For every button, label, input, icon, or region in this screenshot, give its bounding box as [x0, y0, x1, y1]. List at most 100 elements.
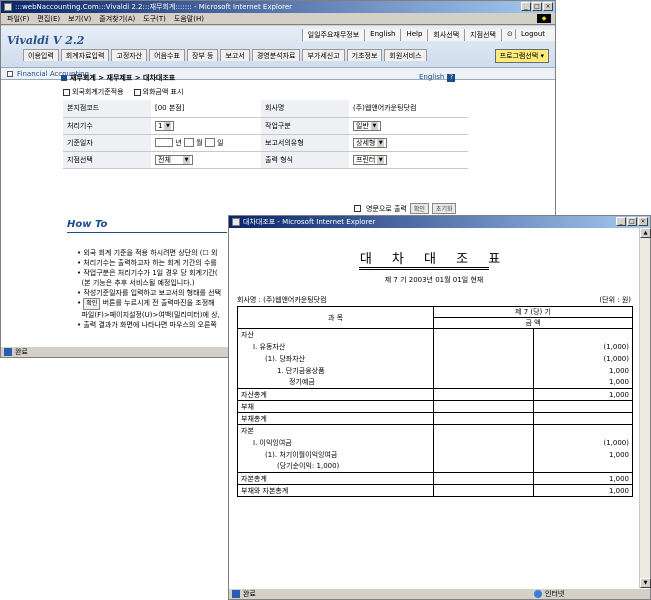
- nav-item[interactable]: 보고서: [220, 49, 250, 61]
- link-english[interactable]: English: [364, 29, 401, 41]
- link-logout[interactable]: ⊙ Logout: [500, 29, 555, 41]
- nav-item[interactable]: 이용입력: [23, 49, 59, 61]
- minimize-button[interactable]: _: [616, 217, 626, 226]
- close-button[interactable]: ×: [543, 2, 553, 11]
- account-name: (당기순이익: 1,000): [277, 462, 340, 471]
- search-form-table: 본지점코드 [00 본점] 회사명 (주)웹앤어카운팅닷컴 처리기수 1 ▼ 작업…: [63, 100, 468, 169]
- foreign-currency-option[interactable]: 외화금액 표시: [133, 87, 183, 97]
- account-name: 자산: [241, 330, 254, 339]
- menu-tools[interactable]: 도구(T): [143, 14, 166, 24]
- link-company-select[interactable]: 회사선택: [427, 29, 465, 41]
- maximize-button[interactable]: □: [532, 2, 542, 11]
- scroll-up-arrow-icon[interactable]: ▲: [640, 228, 651, 238]
- menu-edit[interactable]: 편집(E): [37, 14, 60, 24]
- globe-icon: [534, 590, 542, 598]
- link-branch-select[interactable]: 지점선택: [464, 29, 501, 41]
- amount-left: [433, 484, 534, 497]
- branch-select[interactable]: 전체 ▼: [155, 154, 193, 165]
- link-help[interactable]: Help: [400, 29, 428, 41]
- title-underline: [359, 267, 489, 270]
- table-row: Ⅰ. 유동자산 (1,000): [238, 340, 633, 353]
- link-daily-info[interactable]: 일일주요재무정보: [301, 29, 365, 41]
- account-name: (1). 당좌자산: [265, 354, 306, 363]
- menu-bar: 파일(F) 편집(E) 보기(V) 즐겨찾기(A) 도구(T) 도움말(H) ◆: [1, 13, 555, 25]
- menu-favorites[interactable]: 즐겨찾기(A): [99, 14, 135, 24]
- howto-heading: How To: [67, 219, 108, 230]
- account-name: 부채총계: [237, 412, 434, 425]
- month-input[interactable]: [183, 138, 194, 147]
- form-row: 처리기수 1 ▼ 작업구분 일반 ▼: [63, 117, 468, 135]
- header-row: 과 목 제 7 (당) 기: [237, 306, 633, 329]
- table-row: 부채와 자본총계 1,000: [237, 484, 633, 497]
- english-link[interactable]: English?: [419, 73, 456, 82]
- maximize-button[interactable]: □: [627, 217, 637, 226]
- amount-right: [533, 424, 633, 437]
- field-label: 출력 형식: [261, 151, 349, 169]
- nav-item[interactable]: 장부 등: [186, 49, 219, 61]
- account-name: Ⅰ. 유동자산: [253, 342, 286, 351]
- form-row: 기준일자 년 월 일 보고서의유형 상세형 ▼: [63, 134, 468, 152]
- program-select[interactable]: 프로그램선택 ▾: [494, 49, 549, 63]
- output-format-select[interactable]: 프린터 ▼: [353, 154, 388, 165]
- reset-button[interactable]: 초기화: [431, 203, 457, 214]
- nav-item[interactable]: 기초정보: [346, 49, 383, 61]
- confirm-button[interactable]: 확인: [409, 203, 429, 214]
- page-done-icon: [232, 590, 240, 598]
- breadcrumb-text: 재무회계 > 재무제표 > 대차대조표: [70, 74, 176, 82]
- amount-right: 1,000: [533, 388, 633, 401]
- table-row: 정기예금 1,000: [238, 376, 633, 389]
- form-actions: 영문으로 출력 확인 초기화: [354, 203, 457, 214]
- nav-item[interactable]: 경영분석자료: [251, 49, 301, 61]
- page-done-icon: [4, 348, 12, 356]
- popup-title-bar[interactable]: 대차대조표 - Microsoft Internet Explorer _ □ …: [229, 216, 650, 228]
- branch-code-value: [00 본점]: [151, 100, 261, 118]
- year-input[interactable]: [155, 138, 173, 147]
- report-period: 제 7 기 2003년 01월 01일 현재: [384, 276, 484, 284]
- list-item: • 외국 회계 기준을 적용 하시려면 상단의 (☐ 외: [77, 249, 218, 257]
- table-row: 자본총계 1,000: [237, 472, 633, 485]
- nav-item[interactable]: 고정자산: [111, 49, 148, 61]
- table-row: 1. 단기금융상품 1,000: [238, 364, 633, 377]
- menu-view[interactable]: 보기(V): [68, 14, 91, 24]
- amount-right: 1,000: [533, 484, 633, 497]
- english-output-checkbox[interactable]: [354, 205, 361, 212]
- checkbox[interactable]: [63, 88, 70, 96]
- account-name: 부채: [241, 402, 254, 411]
- table-row: 자본: [238, 424, 633, 437]
- nav-item[interactable]: 부가세신고: [302, 49, 345, 61]
- nav-item[interactable]: 어음수표: [149, 49, 185, 61]
- amount-right: 1,000: [533, 376, 633, 389]
- company-name-value: (주)웹앤어카운팅닷컴: [349, 100, 468, 118]
- nav-item[interactable]: 회계자료입력: [60, 49, 110, 61]
- square-icon: [7, 70, 13, 77]
- windows-logo-icon: ◆: [537, 14, 551, 23]
- report-company: 회사명 : (주)웹앤어카운팅닷컴: [237, 296, 327, 304]
- amount-right: (1,000): [533, 352, 633, 365]
- work-type-select[interactable]: 일반 ▼: [353, 120, 381, 131]
- main-title-bar[interactable]: :::webNaccounting.Com:::Vivaldi 2.2:::재무…: [1, 1, 555, 13]
- bullet-icon: [61, 75, 67, 81]
- table-row: (1). 당좌자산 (1,000): [238, 352, 633, 365]
- close-button[interactable]: ×: [638, 217, 648, 226]
- popup-window-title: 대차대조표 - Microsoft Internet Explorer: [243, 218, 376, 226]
- report-type-select[interactable]: 상세형 ▼: [353, 137, 388, 148]
- amount-right: [533, 460, 633, 473]
- field-label: 작업구분: [261, 117, 349, 135]
- minimize-button[interactable]: _: [521, 2, 531, 11]
- nav-item[interactable]: 회원서비스: [384, 49, 427, 61]
- checkbox[interactable]: [133, 88, 141, 96]
- amount-header: 금 액: [433, 317, 633, 329]
- vivaldi-logo[interactable]: Vivaldi V 2.2: [7, 34, 84, 47]
- day-input[interactable]: [204, 138, 215, 147]
- period-number-select[interactable]: 1 ▼: [155, 120, 175, 131]
- account-name: Ⅰ. 이익잉여금: [253, 438, 292, 447]
- vertical-scrollbar[interactable]: ▲ ▼: [639, 228, 651, 588]
- amount-right: (1,000): [533, 436, 633, 449]
- menu-help[interactable]: 도움말(H): [174, 14, 204, 24]
- scroll-down-arrow-icon[interactable]: ▼: [640, 578, 651, 588]
- amount-right: 1,000: [533, 448, 633, 461]
- account-name: 1. 단기금융상품: [277, 366, 325, 375]
- help-icon[interactable]: ?: [447, 74, 456, 82]
- foreign-standard-option[interactable]: 외국회계기준적용: [63, 87, 124, 97]
- menu-file[interactable]: 파일(F): [7, 14, 29, 24]
